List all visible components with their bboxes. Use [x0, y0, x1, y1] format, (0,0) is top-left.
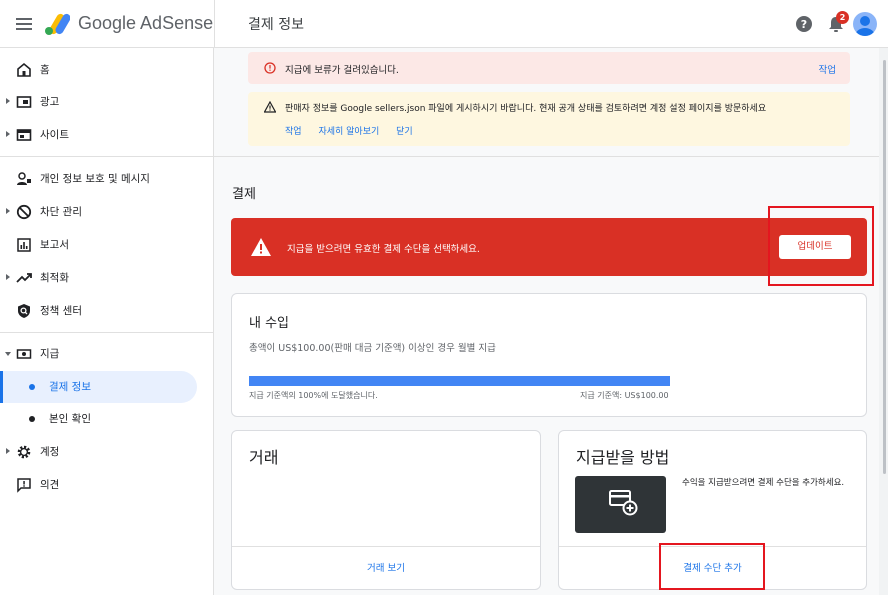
sidebar-subitem-verification[interactable]: 본인 확인 — [0, 403, 197, 435]
sidebar-nav: 홈 광고 사이트 개인 정보 보호 및 메시지 차단 관리 보고서 최적화 정책… — [0, 48, 214, 595]
sidebar-item-home[interactable]: 홈 — [0, 54, 214, 86]
sidebar-item-feedback[interactable]: 의견 — [0, 469, 214, 501]
ads-icon — [16, 96, 32, 108]
learn-more-link[interactable]: 자세히 알아보기 — [318, 127, 379, 137]
menu-icon[interactable] — [14, 14, 34, 34]
sidebar-item-label: 홈 — [40, 64, 50, 76]
alert-links: 작업 자세히 알아보기 닫기 — [285, 124, 427, 137]
earnings-subtitle: 총액이 US$100.00(판매 대금 기준액) 이상인 경우 월별 지급 — [249, 343, 496, 354]
sidebar-subitem-payment-info[interactable]: 결제 정보 — [0, 371, 197, 403]
view-transactions-link[interactable]: 거래 보기 — [232, 560, 540, 574]
transactions-card: 거래 거래 보기 — [231, 430, 541, 590]
payment-method-description: 수익을 지급받으려면 결제 수단을 추가하세요. — [682, 478, 845, 488]
bar-chart-icon — [17, 238, 31, 252]
sidebar-subitem-label: 결제 정보 — [49, 381, 91, 393]
bullet-dot — [29, 384, 35, 390]
scrollbar-thumb[interactable] — [883, 60, 886, 474]
help-icon[interactable]: ? — [795, 15, 813, 33]
sidebar-item-label: 지급 — [40, 348, 60, 360]
sidebar-divider — [0, 332, 214, 333]
transactions-title: 거래 — [249, 448, 279, 467]
sidebar-item-label: 보고서 — [40, 239, 69, 251]
gear-icon — [17, 445, 31, 459]
sidebar-item-account[interactable]: 계정 — [0, 436, 214, 468]
credit-card-add-icon — [609, 490, 638, 516]
brand-name[interactable]: Google AdSense — [78, 13, 213, 34]
highlight-box — [768, 206, 874, 286]
card-footer: 거래 보기 — [232, 546, 540, 589]
banner-message: 지급을 받으려면 유효한 결제 수단을 선택하세요. — [287, 244, 480, 255]
earnings-card: 내 수입 총액이 US$100.00(판매 대금 기준액) 이상인 경우 월별 … — [231, 293, 867, 417]
sidebar-item-ads[interactable]: 광고 — [0, 86, 214, 118]
sidebar-item-label: 계정 — [40, 446, 60, 458]
highlight-box — [659, 543, 765, 590]
hold-action-link[interactable]: 작업 — [819, 62, 836, 76]
expand-caret-icon — [6, 448, 10, 454]
privacy-person-icon — [17, 172, 31, 185]
active-indicator — [0, 371, 3, 403]
expand-caret-icon — [6, 131, 10, 137]
warning-triangle-icon — [251, 238, 271, 256]
dismiss-link[interactable]: 닫기 — [396, 127, 413, 137]
block-icon — [16, 204, 32, 220]
sidebar-item-privacy[interactable]: 개인 정보 보호 및 메시지 — [0, 163, 214, 195]
earnings-title: 내 수입 — [249, 316, 290, 331]
sidebar-item-label: 개인 정보 보호 및 메시지 — [40, 173, 150, 185]
home-icon — [17, 62, 31, 77]
sites-icon — [16, 129, 32, 141]
sidebar-subitem-label: 본인 확인 — [49, 413, 91, 425]
add-card-illustration — [575, 476, 666, 533]
payment-hold-alert: 지급에 보류가 걸려있습니다. 작업 — [248, 52, 850, 84]
sidebar-item-label: 정책 센터 — [40, 305, 82, 317]
progress-caption: 지급 기준액의 100%에 도달했습니다. — [249, 391, 378, 400]
sidebar-item-blocking[interactable]: 차단 관리 — [0, 196, 214, 228]
policy-shield-icon — [18, 304, 30, 318]
sidebar-item-payments[interactable]: 지급 — [0, 338, 214, 370]
payment-threshold-progress-bar — [249, 376, 670, 386]
sidebar-item-label: 사이트 — [40, 129, 69, 141]
bullet-dot — [29, 416, 35, 422]
top-app-bar: Google AdSense 결제 정보 ? 2 — [0, 0, 888, 48]
section-title: 결제 — [232, 187, 256, 202]
threshold-caption: 지급 기준액: US$100.00 — [580, 391, 669, 400]
notification-count-badge: 2 — [836, 11, 849, 24]
expand-caret-icon — [6, 208, 10, 214]
expand-caret-icon — [6, 274, 10, 280]
account-avatar[interactable] — [853, 12, 877, 36]
expand-caret-icon — [6, 98, 10, 104]
page-title: 결제 정보 — [248, 17, 304, 33]
content-divider — [214, 156, 888, 157]
svg-text:?: ? — [801, 18, 807, 31]
payment-method-title: 지급받을 방법 — [576, 448, 670, 467]
sidebar-item-label: 의견 — [40, 479, 60, 491]
sidebar-item-label: 광고 — [40, 96, 60, 108]
sidebar-divider — [0, 156, 214, 157]
error-icon — [264, 62, 276, 74]
sellers-action-link[interactable]: 작업 — [285, 127, 302, 137]
collapse-caret-icon — [5, 352, 11, 356]
payments-money-icon — [16, 349, 32, 359]
alert-message: 판매자 정보를 Google sellers.json 파일에 게시하시기 바랍… — [285, 104, 767, 114]
user-icon — [855, 16, 875, 36]
sidebar-item-reports[interactable]: 보고서 — [0, 229, 214, 261]
adsense-logo-icon[interactable] — [44, 12, 70, 36]
brand-divider — [214, 0, 215, 48]
trending-up-icon — [16, 273, 32, 283]
sidebar-item-label: 최적화 — [40, 272, 69, 284]
sellers-json-alert: 판매자 정보를 Google sellers.json 파일에 게시하시기 바랍… — [248, 92, 850, 146]
sidebar-item-label: 차단 관리 — [40, 206, 82, 218]
warning-icon — [264, 101, 276, 113]
alert-message: 지급에 보류가 걸려있습니다. — [285, 65, 399, 76]
feedback-icon — [17, 478, 31, 493]
sidebar-item-sites[interactable]: 사이트 — [0, 119, 214, 151]
sidebar-item-policy-center[interactable]: 정책 센터 — [0, 295, 214, 327]
sidebar-item-optimization[interactable]: 최적화 — [0, 262, 214, 294]
